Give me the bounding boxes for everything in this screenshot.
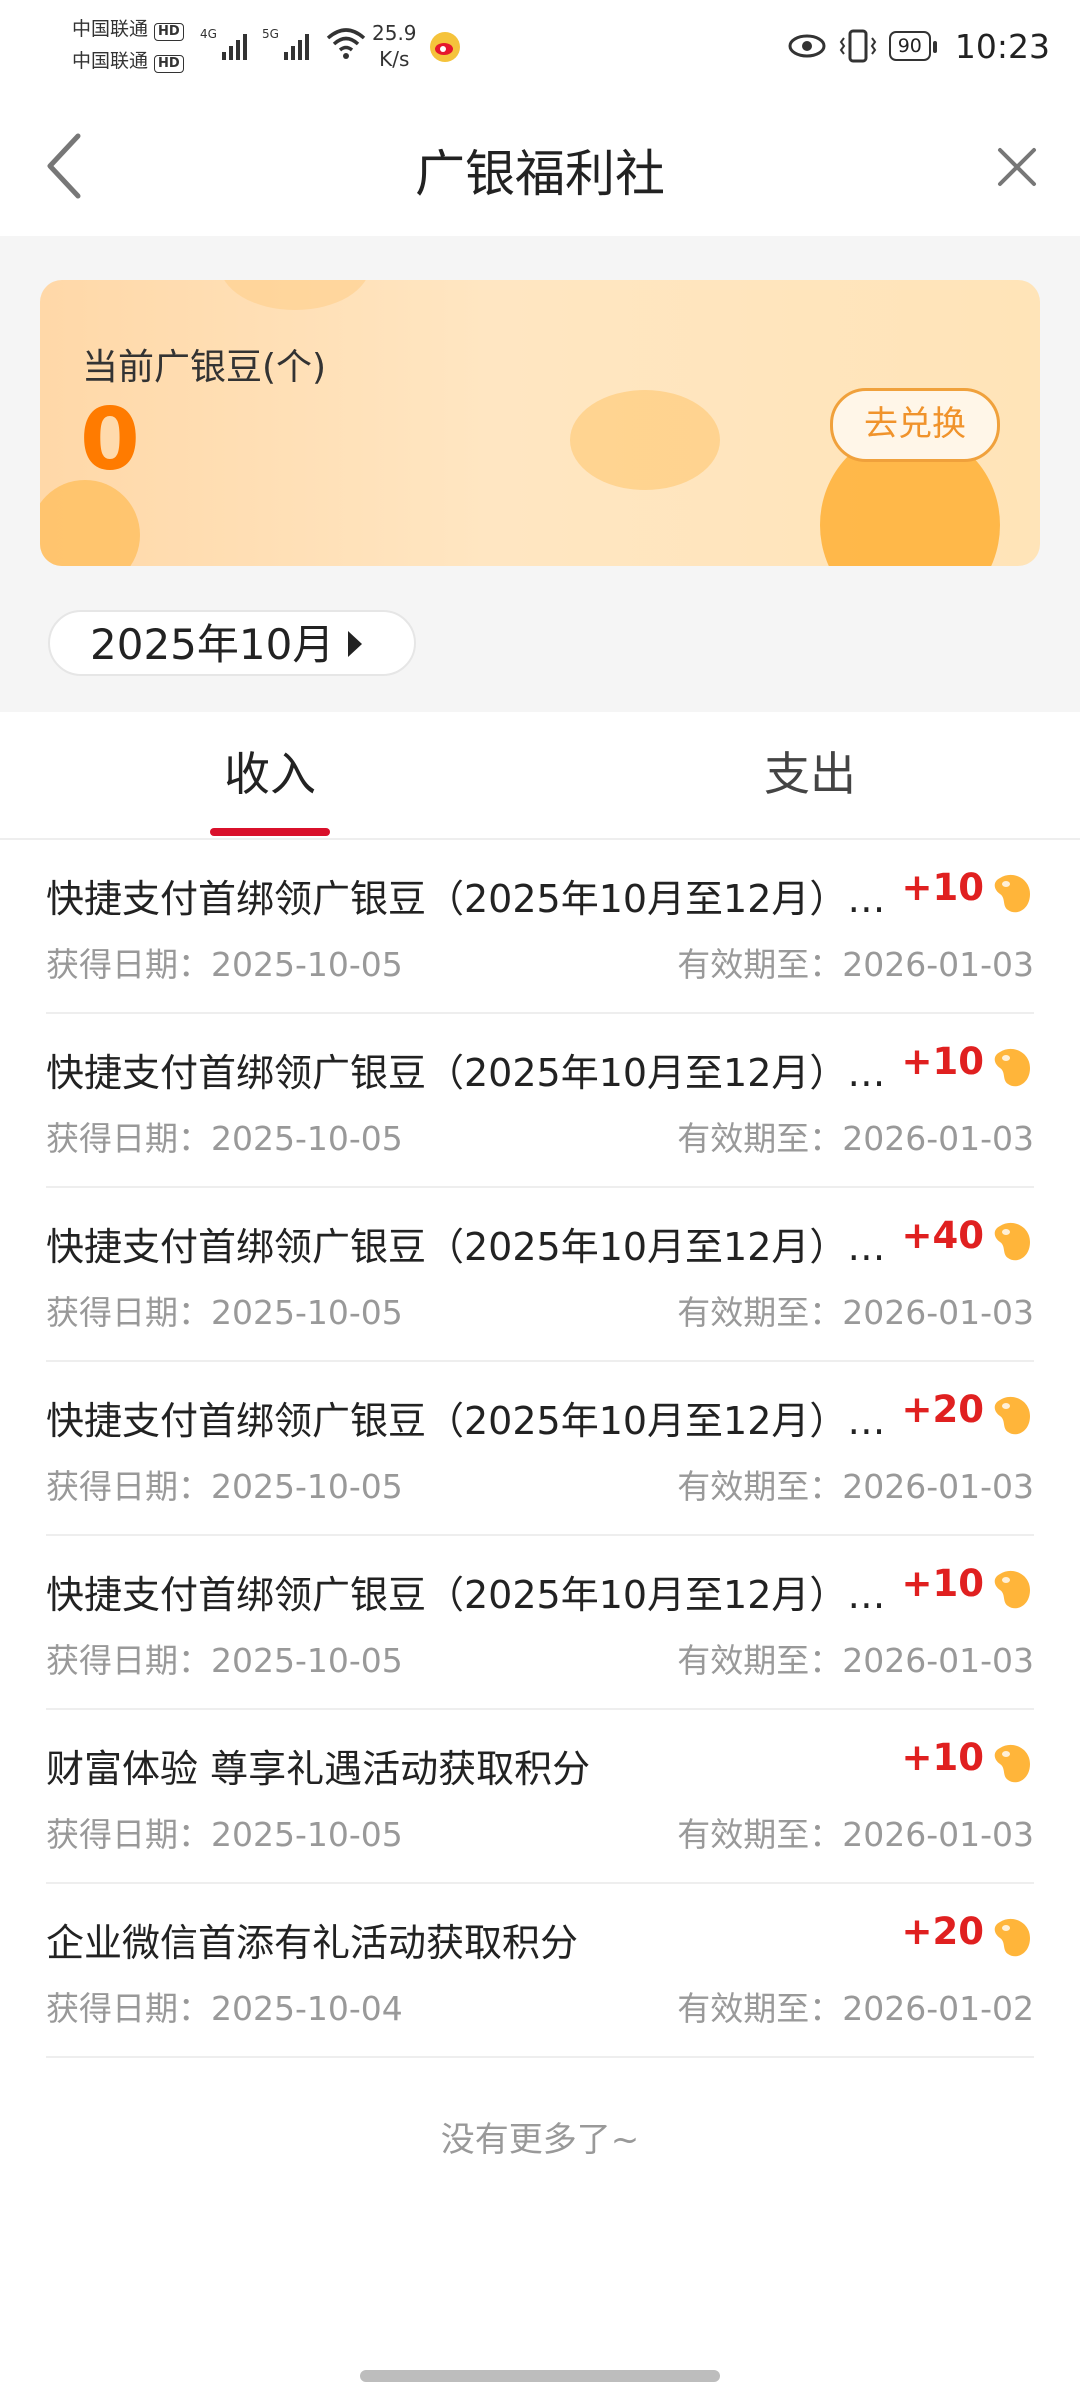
record-expiry: 有效期至：2026-01-03 (677, 1119, 1034, 1158)
bean-decoration (570, 390, 720, 490)
bean-balance-card: 当前广银豆(个) 0 去兑换 (40, 280, 1040, 566)
bean-icon (994, 1396, 1030, 1435)
bean-icon (994, 1570, 1030, 1609)
record-row[interactable]: 快捷支付首绑领广银豆（2025年10月至12月）快捷支付首绑领广银豆 +20 获… (46, 1362, 1034, 1536)
home-indicator[interactable] (360, 2370, 720, 2382)
speed-unit: K/s (379, 47, 410, 71)
hd-badge: HD (154, 23, 184, 41)
summary-area: 当前广银豆(个) 0 去兑换 2025年10月 (0, 236, 1080, 712)
record-title: 快捷支付首绑领广银豆（2025年10月至12月）快捷支付首绑领广银豆 (46, 1051, 886, 1095)
record-row[interactable]: 快捷支付首绑领广银豆（2025年10月至12月）快捷支付首绑领广银豆 +40 获… (46, 1188, 1034, 1362)
record-date: 获得日期：2025-10-05 (46, 1293, 403, 1332)
record-expiry: 有效期至：2026-01-02 (677, 1989, 1034, 2028)
bean-icon (994, 1048, 1030, 1087)
no-more-text: 没有更多了~ (440, 2120, 640, 2160)
svg-text:4G: 4G (200, 27, 217, 41)
bean-decoration (220, 280, 370, 310)
record-title: 快捷支付首绑领广银豆（2025年10月至12月）快捷支付首绑领广银豆 (46, 877, 886, 921)
bean-icon (994, 1918, 1030, 1957)
speed-value: 25.9 (372, 21, 417, 45)
network-speed: 25.9 K/s (372, 20, 417, 72)
bean-icon (994, 874, 1030, 913)
record-date: 获得日期：2025-10-05 (46, 945, 403, 984)
signal-5g-icon: 5G (262, 27, 309, 60)
status-bar: 中国联通 HD 中国联通 HD 4G 5G 25.9 K/s 90 10:23 (0, 0, 1080, 96)
weibo-icon (430, 32, 460, 62)
hd-badge: HD (154, 55, 184, 73)
svg-text:5G: 5G (262, 27, 279, 41)
record-amount: +10 (901, 866, 985, 909)
record-row[interactable]: 快捷支付首绑领广银豆（2025年10月至12月）快捷支付首绑领广银豆 +10 获… (46, 1014, 1034, 1188)
record-amount: +10 (901, 1562, 985, 1605)
record-amount: +40 (901, 1214, 985, 1257)
battery-level: 90 (897, 35, 922, 57)
record-expiry: 有效期至：2026-01-03 (677, 1641, 1034, 1680)
record-expiry: 有效期至：2026-01-03 (677, 1293, 1034, 1332)
tab-income[interactable]: 收入 (120, 712, 420, 838)
bean-icon (994, 1744, 1030, 1783)
record-title: 企业微信首添有礼活动获取积分 (46, 1921, 579, 1965)
bean-icon (994, 1222, 1030, 1261)
status-time: 10:23 (954, 26, 1050, 66)
exchange-button[interactable]: 去兑换 (830, 388, 1000, 462)
month-selector[interactable]: 2025年10月 (48, 610, 416, 676)
caret-right-icon (348, 630, 363, 657)
record-row[interactable]: 快捷支付首绑领广银豆（2025年10月至12月）快捷支付首绑领广银豆 +10 获… (46, 1536, 1034, 1710)
record-expiry: 有效期至：2026-01-03 (677, 1467, 1034, 1506)
record-amount: +10 (901, 1736, 985, 1779)
battery-indicator: 90 (888, 31, 938, 61)
bean-balance-label: 当前广银豆(个) (82, 347, 327, 388)
record-row[interactable]: 快捷支付首绑领广银豆（2025年10月至12月）快捷支付首绑领广银豆 +10 获… (46, 840, 1034, 1014)
signal-4g-icon: 4G (200, 27, 247, 60)
record-row[interactable]: 财富体验 尊享礼遇活动获取积分 +10 获得日期：2025-10-05 有效期至… (46, 1710, 1034, 1884)
record-date: 获得日期：2025-10-05 (46, 1641, 403, 1680)
record-date: 获得日期：2025-10-05 (46, 1119, 403, 1158)
record-expiry: 有效期至：2026-01-03 (677, 945, 1034, 984)
eye-icon (788, 34, 826, 58)
record-title: 快捷支付首绑领广银豆（2025年10月至12月）快捷支付首绑领广银豆 (46, 1399, 886, 1443)
page-header: 广银福利社 (0, 96, 1080, 236)
record-date: 获得日期：2025-10-05 (46, 1467, 403, 1506)
close-icon (998, 148, 1036, 186)
record-title: 财富体验 尊享礼遇活动获取积分 (46, 1747, 591, 1791)
carrier-2-label: 中国联通 (72, 50, 149, 72)
carrier-2: 中国联通 HD (72, 50, 184, 73)
record-title: 快捷支付首绑领广银豆（2025年10月至12月）快捷支付首绑领广银豆 (46, 1225, 886, 1269)
wifi-icon (326, 28, 366, 59)
record-amount: +20 (901, 1910, 985, 1953)
record-amount: +10 (901, 1040, 985, 1083)
close-button[interactable] (982, 132, 1052, 202)
carrier-1-label: 中国联通 (72, 18, 149, 40)
record-row[interactable]: 企业微信首添有礼活动获取积分 +20 获得日期：2025-10-04 有效期至：… (46, 1884, 1034, 2058)
record-title: 快捷支付首绑领广银豆（2025年10月至12月）快捷支付首绑领广银豆 (46, 1573, 886, 1617)
bean-decoration (40, 480, 140, 566)
tab-active-indicator (210, 828, 330, 836)
record-expiry: 有效期至：2026-01-03 (677, 1815, 1034, 1854)
bean-balance-value: 0 (80, 390, 140, 490)
record-date: 获得日期：2025-10-05 (46, 1815, 403, 1854)
carrier-1: 中国联通 HD (72, 18, 184, 41)
status-right: 90 10:23 (787, 20, 1050, 72)
page-title: 广银福利社 (415, 145, 665, 203)
tab-bar: 收入 支出 (0, 712, 1080, 840)
record-list: 快捷支付首绑领广银豆（2025年10月至12月）快捷支付首绑领广银豆 +10 获… (46, 840, 1034, 2058)
month-label: 2025年10月 (90, 620, 335, 669)
vibrate-icon (839, 29, 876, 63)
record-date: 获得日期：2025-10-04 (46, 1989, 403, 2028)
tab-expense[interactable]: 支出 (660, 712, 960, 838)
record-amount: +20 (901, 1388, 985, 1431)
